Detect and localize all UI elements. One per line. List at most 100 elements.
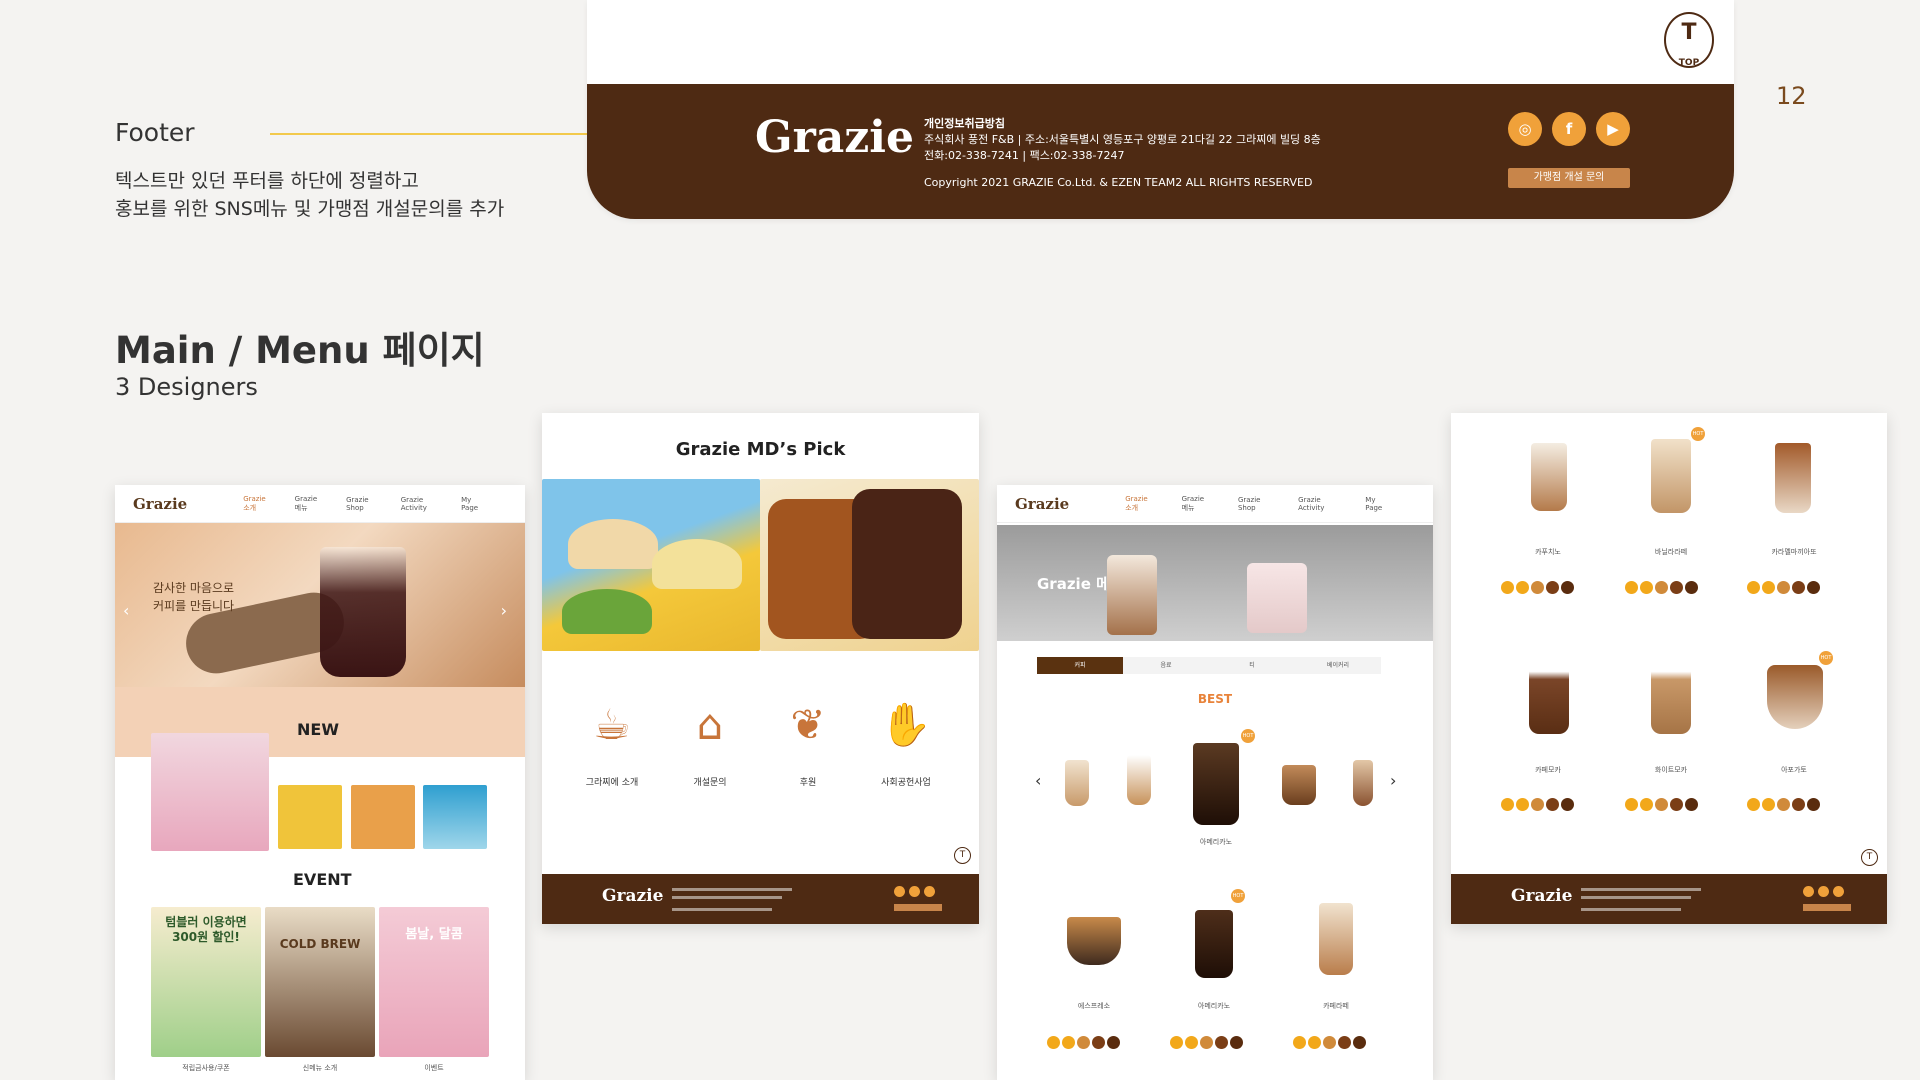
nav-item[interactable]: Grazie Activity: [1298, 496, 1339, 512]
product-label: 카페모카: [1535, 766, 1561, 774]
event-card-text: 텀블러 이용하면 300원 할인!: [165, 915, 247, 944]
mock-nav: Grazie Grazie 소개 Grazie 메뉴 Grazie Shop G…: [997, 485, 1433, 523]
drink-image[interactable]: [1067, 917, 1121, 965]
footer-preview: T TOP Grazie 개인정보취급방침 주식회사 풍전 F&B | 주소:서…: [587, 0, 1734, 219]
mock-logo[interactable]: Grazie: [133, 495, 187, 513]
event-card[interactable]: 봄날, 달콤: [379, 907, 489, 1057]
hero-banner: 감사한 마음으로 커피를 만듭니다 ‹ ›: [115, 523, 525, 687]
category-label: 개설문의: [693, 778, 727, 788]
new-item-thumb[interactable]: [278, 785, 342, 849]
event-card[interactable]: COLD BREW: [265, 907, 375, 1057]
product-label: 카페라떼: [1323, 1002, 1349, 1010]
instagram-icon[interactable]: [894, 886, 905, 897]
youtube-icon[interactable]: [1833, 886, 1844, 897]
nav-item[interactable]: My Page: [461, 496, 481, 512]
section-subtitle: 3 Designers: [115, 373, 258, 401]
youtube-icon[interactable]: [924, 886, 935, 897]
new-drink-thumb[interactable]: [151, 733, 269, 851]
tab-bakery[interactable]: 베이커리: [1295, 657, 1381, 674]
facebook-icon[interactable]: [1818, 886, 1829, 897]
footer-text-line: [672, 896, 782, 899]
nav-item[interactable]: Grazie 메뉴: [1182, 495, 1212, 513]
nav-item[interactable]: Grazie Shop: [1238, 496, 1272, 512]
new-title: NEW: [297, 720, 339, 739]
nav-item[interactable]: Grazie 소개: [1125, 495, 1155, 513]
drink-image[interactable]: [1529, 656, 1569, 734]
facebook-icon[interactable]: f: [1552, 112, 1586, 146]
chevron-right-icon[interactable]: ›: [1390, 771, 1396, 790]
drink-image[interactable]: [1651, 656, 1691, 734]
top-icon[interactable]: T: [1861, 849, 1878, 866]
mock-footer-logo[interactable]: Grazie: [1511, 886, 1572, 906]
drink-image[interactable]: [1282, 765, 1316, 805]
rating-dots: [1170, 1036, 1243, 1049]
coffee-sign-icon[interactable]: ☕: [582, 695, 642, 755]
store-icon[interactable]: ⌂: [680, 695, 740, 755]
event-card-text: COLD BREW: [279, 937, 361, 951]
drink-image[interactable]: [1767, 665, 1823, 729]
franchise-button[interactable]: [894, 904, 942, 911]
tab-beverage[interactable]: 음료: [1123, 657, 1209, 674]
product-label: 화이트모카: [1654, 766, 1688, 774]
tab-coffee[interactable]: 커피: [1037, 657, 1123, 674]
product-label: 아포가토: [1781, 766, 1807, 774]
footer-description: 텍스트만 있던 푸터를 하단에 정렬하고 홍보를 위한 SNS메뉴 및 가맹점 …: [115, 167, 504, 223]
new-item-thumb[interactable]: [351, 785, 415, 849]
youtube-icon[interactable]: ▶: [1596, 112, 1630, 146]
sprout-icon[interactable]: ❦: [778, 695, 838, 755]
mock-footer-logo[interactable]: Grazie: [602, 886, 663, 906]
drink-image[interactable]: [1195, 910, 1233, 978]
top-arrow-icon: T: [1681, 20, 1697, 45]
menu-banner: Grazie 메뉴: [997, 525, 1433, 641]
chevron-left-icon[interactable]: ‹: [1035, 771, 1041, 790]
waffle-image[interactable]: [760, 479, 979, 651]
new-item-thumb[interactable]: [423, 785, 487, 849]
privacy-policy-link[interactable]: 개인정보취급방침: [924, 116, 1321, 132]
mock-logo[interactable]: Grazie: [1015, 495, 1069, 513]
chevron-right-icon[interactable]: ›: [501, 601, 507, 620]
bingsu-image[interactable]: [542, 479, 760, 651]
mock-product-grid: HOT 카푸치노 바닐라라떼 카라멜마끼아또 HOT 카페모카 화이트모카 아포…: [1451, 413, 1887, 924]
rating-dots: [1501, 798, 1574, 811]
company-info: 주식회사 풍전 F&B | 주소:서울특별시 영등포구 양평로 21다길 22 …: [924, 133, 1321, 146]
contact-info: 전화:02-338-7241 | 팩스:02-338-7247: [924, 149, 1125, 162]
nav-item[interactable]: Grazie Activity: [401, 496, 435, 512]
nav-item[interactable]: Grazie 소개: [243, 495, 268, 513]
drink-image[interactable]: [1531, 443, 1567, 511]
franchise-button[interactable]: [1803, 904, 1851, 911]
chevron-left-icon[interactable]: ‹: [123, 601, 129, 620]
drink-image[interactable]: [1127, 755, 1151, 805]
drink-image[interactable]: [1651, 439, 1691, 513]
nav-item[interactable]: Grazie Shop: [346, 496, 375, 512]
event-card[interactable]: 텀블러 이용하면 300원 할인!: [151, 907, 261, 1057]
best-label: BEST: [1197, 692, 1233, 706]
hero-text: 감사한 마음으로 커피를 만듭니다: [153, 579, 234, 615]
footer-bar: Grazie 개인정보취급방침 주식회사 풍전 F&B | 주소:서울특별시 영…: [587, 84, 1734, 219]
rating-dots: [1293, 1036, 1366, 1049]
bingsu-shape: [568, 519, 658, 569]
drink-image[interactable]: [1065, 760, 1089, 806]
footer-desc-line-1: 텍스트만 있던 푸터를 하단에 정렬하고: [115, 170, 419, 192]
bingsu-shape: [652, 539, 742, 589]
instagram-icon[interactable]: ◎: [1508, 112, 1542, 146]
nav-item[interactable]: My Page: [1365, 496, 1389, 512]
rating-dots: [1625, 581, 1698, 594]
drink-image[interactable]: [1775, 443, 1811, 513]
facebook-icon[interactable]: [909, 886, 920, 897]
nav-item[interactable]: Grazie 메뉴: [295, 495, 320, 513]
event-title: EVENT: [293, 870, 352, 889]
connector-line: [270, 133, 630, 135]
handshake-icon[interactable]: ✋: [876, 695, 936, 755]
dessert-cup: [1247, 563, 1307, 633]
franchise-inquiry-button[interactable]: 가맹점 개설 문의: [1508, 168, 1630, 188]
bingsu-shape: [562, 589, 652, 634]
instagram-icon[interactable]: [1803, 886, 1814, 897]
footer-logo[interactable]: Grazie: [755, 112, 914, 163]
tab-tea[interactable]: 티: [1209, 657, 1295, 674]
drink-image[interactable]: [1319, 903, 1353, 975]
drink-image[interactable]: [1353, 760, 1373, 806]
drink-image[interactable]: [1193, 743, 1239, 825]
footer-text-line: [1581, 908, 1681, 911]
top-icon[interactable]: T: [954, 847, 971, 864]
top-button[interactable]: T TOP: [1664, 12, 1714, 68]
